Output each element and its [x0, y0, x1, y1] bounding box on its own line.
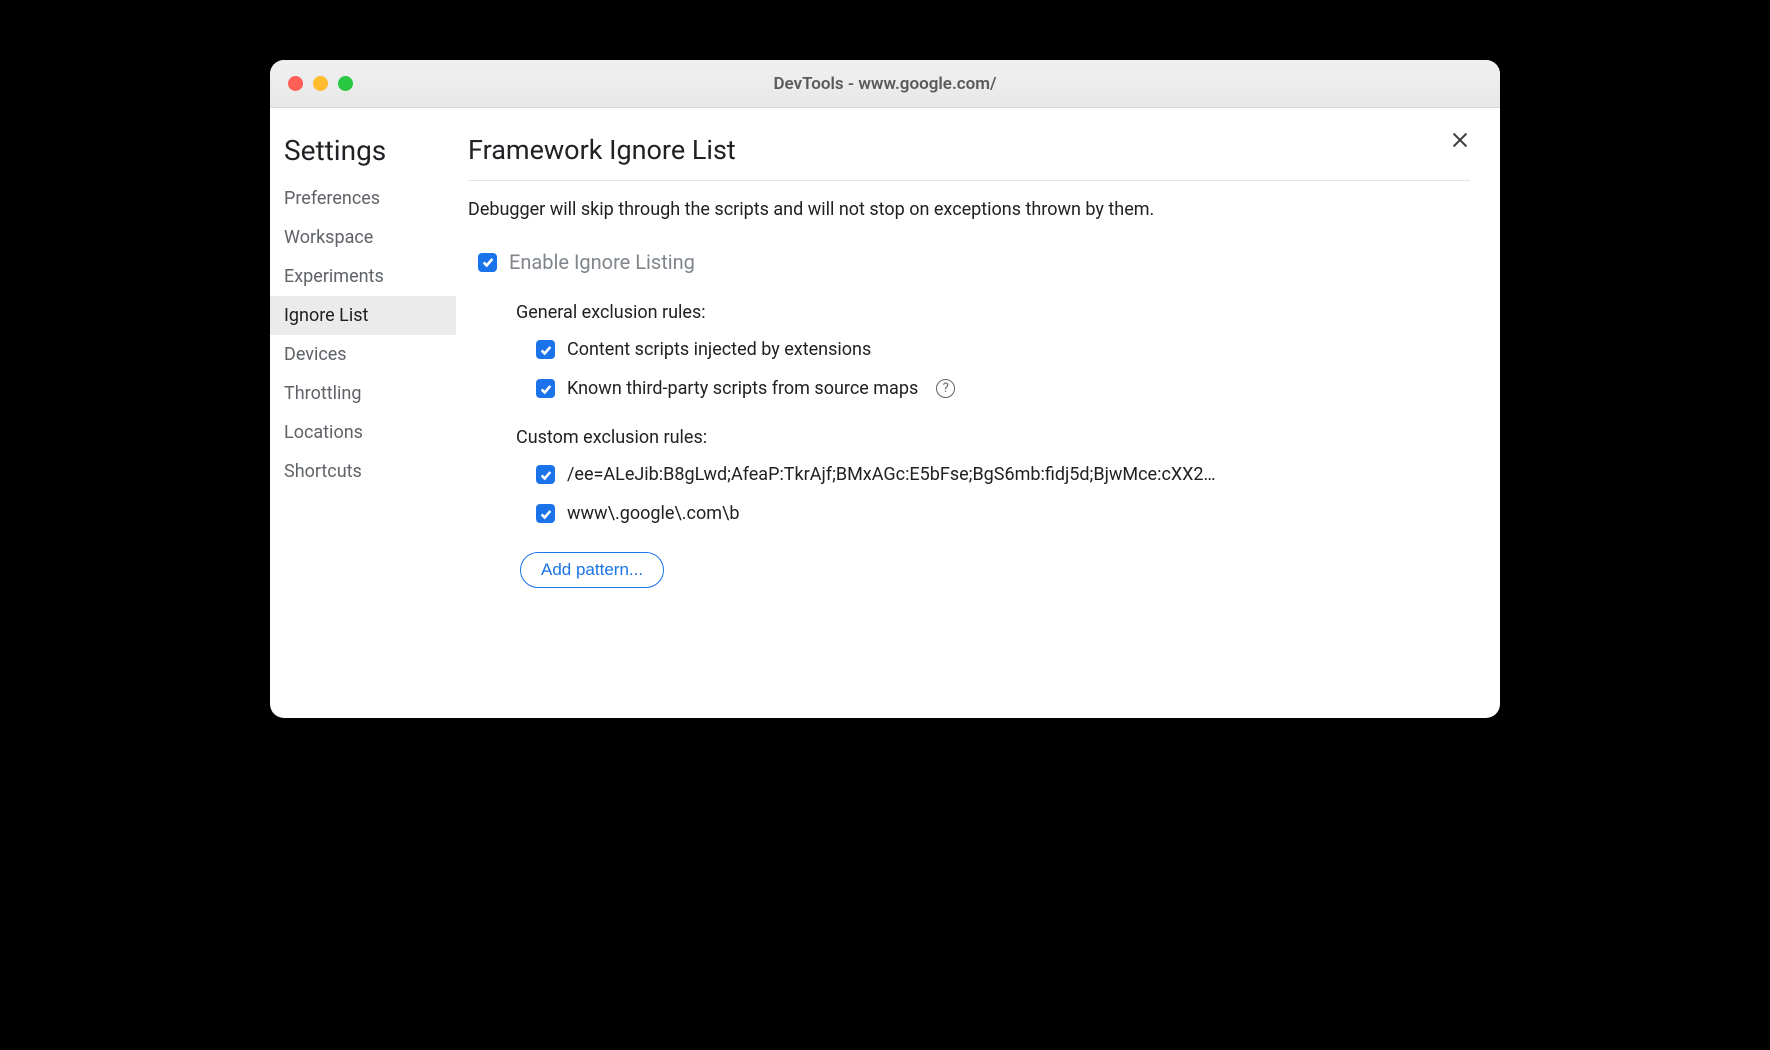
sidebar-item-ignore-list[interactable]: Ignore List [270, 296, 456, 335]
titlebar: DevTools - www.google.com/ [270, 60, 1500, 108]
custom-rule-1-checkbox[interactable] [536, 504, 555, 523]
general-rule-content-scripts: Content scripts injected by extensions [536, 339, 1470, 360]
check-icon [539, 507, 553, 521]
content-scripts-checkbox[interactable] [536, 340, 555, 359]
sidebar-item-throttling[interactable]: Throttling [270, 374, 456, 413]
enable-ignore-listing-checkbox[interactable] [478, 253, 497, 272]
sidebar-item-preferences[interactable]: Preferences [270, 179, 456, 218]
check-icon [539, 343, 553, 357]
settings-sidebar: Settings Preferences Workspace Experimen… [270, 108, 456, 718]
sidebar-title: Settings [270, 134, 456, 179]
page-title: Framework Ignore List [468, 134, 1470, 181]
window-title: DevTools - www.google.com/ [270, 74, 1500, 94]
close-icon [1449, 129, 1471, 151]
close-window-button[interactable] [288, 76, 303, 91]
minimize-window-button[interactable] [313, 76, 328, 91]
third-party-label: Known third-party scripts from source ma… [567, 378, 918, 399]
content-area: Settings Preferences Workspace Experimen… [270, 108, 1500, 718]
check-icon [481, 255, 495, 269]
custom-rule-0-label[interactable]: /ee=ALeJib:B8gLwd;AfeaP:TkrAjf;BMxAGc:E5… [567, 464, 1216, 485]
sidebar-item-experiments[interactable]: Experiments [270, 257, 456, 296]
add-pattern-button[interactable]: Add pattern... [520, 552, 664, 588]
general-rules-heading: General exclusion rules: [516, 302, 1470, 323]
general-rule-third-party: Known third-party scripts from source ma… [536, 378, 1470, 399]
custom-rules-heading: Custom exclusion rules: [516, 427, 1470, 448]
page-description: Debugger will skip through the scripts a… [468, 199, 1470, 220]
sidebar-item-locations[interactable]: Locations [270, 413, 456, 452]
sidebar-items: Preferences Workspace Experiments Ignore… [270, 179, 456, 491]
enable-ignore-listing-row: Enable Ignore Listing [478, 250, 1470, 274]
sidebar-item-shortcuts[interactable]: Shortcuts [270, 452, 456, 491]
third-party-checkbox[interactable] [536, 379, 555, 398]
sidebar-item-workspace[interactable]: Workspace [270, 218, 456, 257]
custom-rule-0: /ee=ALeJib:B8gLwd;AfeaP:TkrAjf;BMxAGc:E5… [536, 464, 1470, 485]
custom-rule-0-checkbox[interactable] [536, 465, 555, 484]
custom-rule-1-label[interactable]: www\.google\.com\b [567, 503, 740, 524]
maximize-window-button[interactable] [338, 76, 353, 91]
close-settings-button[interactable] [1446, 126, 1474, 154]
custom-rule-1: www\.google\.com\b [536, 503, 1470, 524]
devtools-settings-window: DevTools - www.google.com/ Settings Pref… [270, 60, 1500, 718]
window-controls [270, 76, 353, 91]
check-icon [539, 382, 553, 396]
main-panel: Framework Ignore List Debugger will skip… [456, 108, 1500, 718]
content-scripts-label: Content scripts injected by extensions [567, 339, 871, 360]
sidebar-item-devices[interactable]: Devices [270, 335, 456, 374]
check-icon [539, 468, 553, 482]
help-icon[interactable]: ? [936, 379, 955, 398]
enable-ignore-listing-label: Enable Ignore Listing [509, 250, 695, 274]
